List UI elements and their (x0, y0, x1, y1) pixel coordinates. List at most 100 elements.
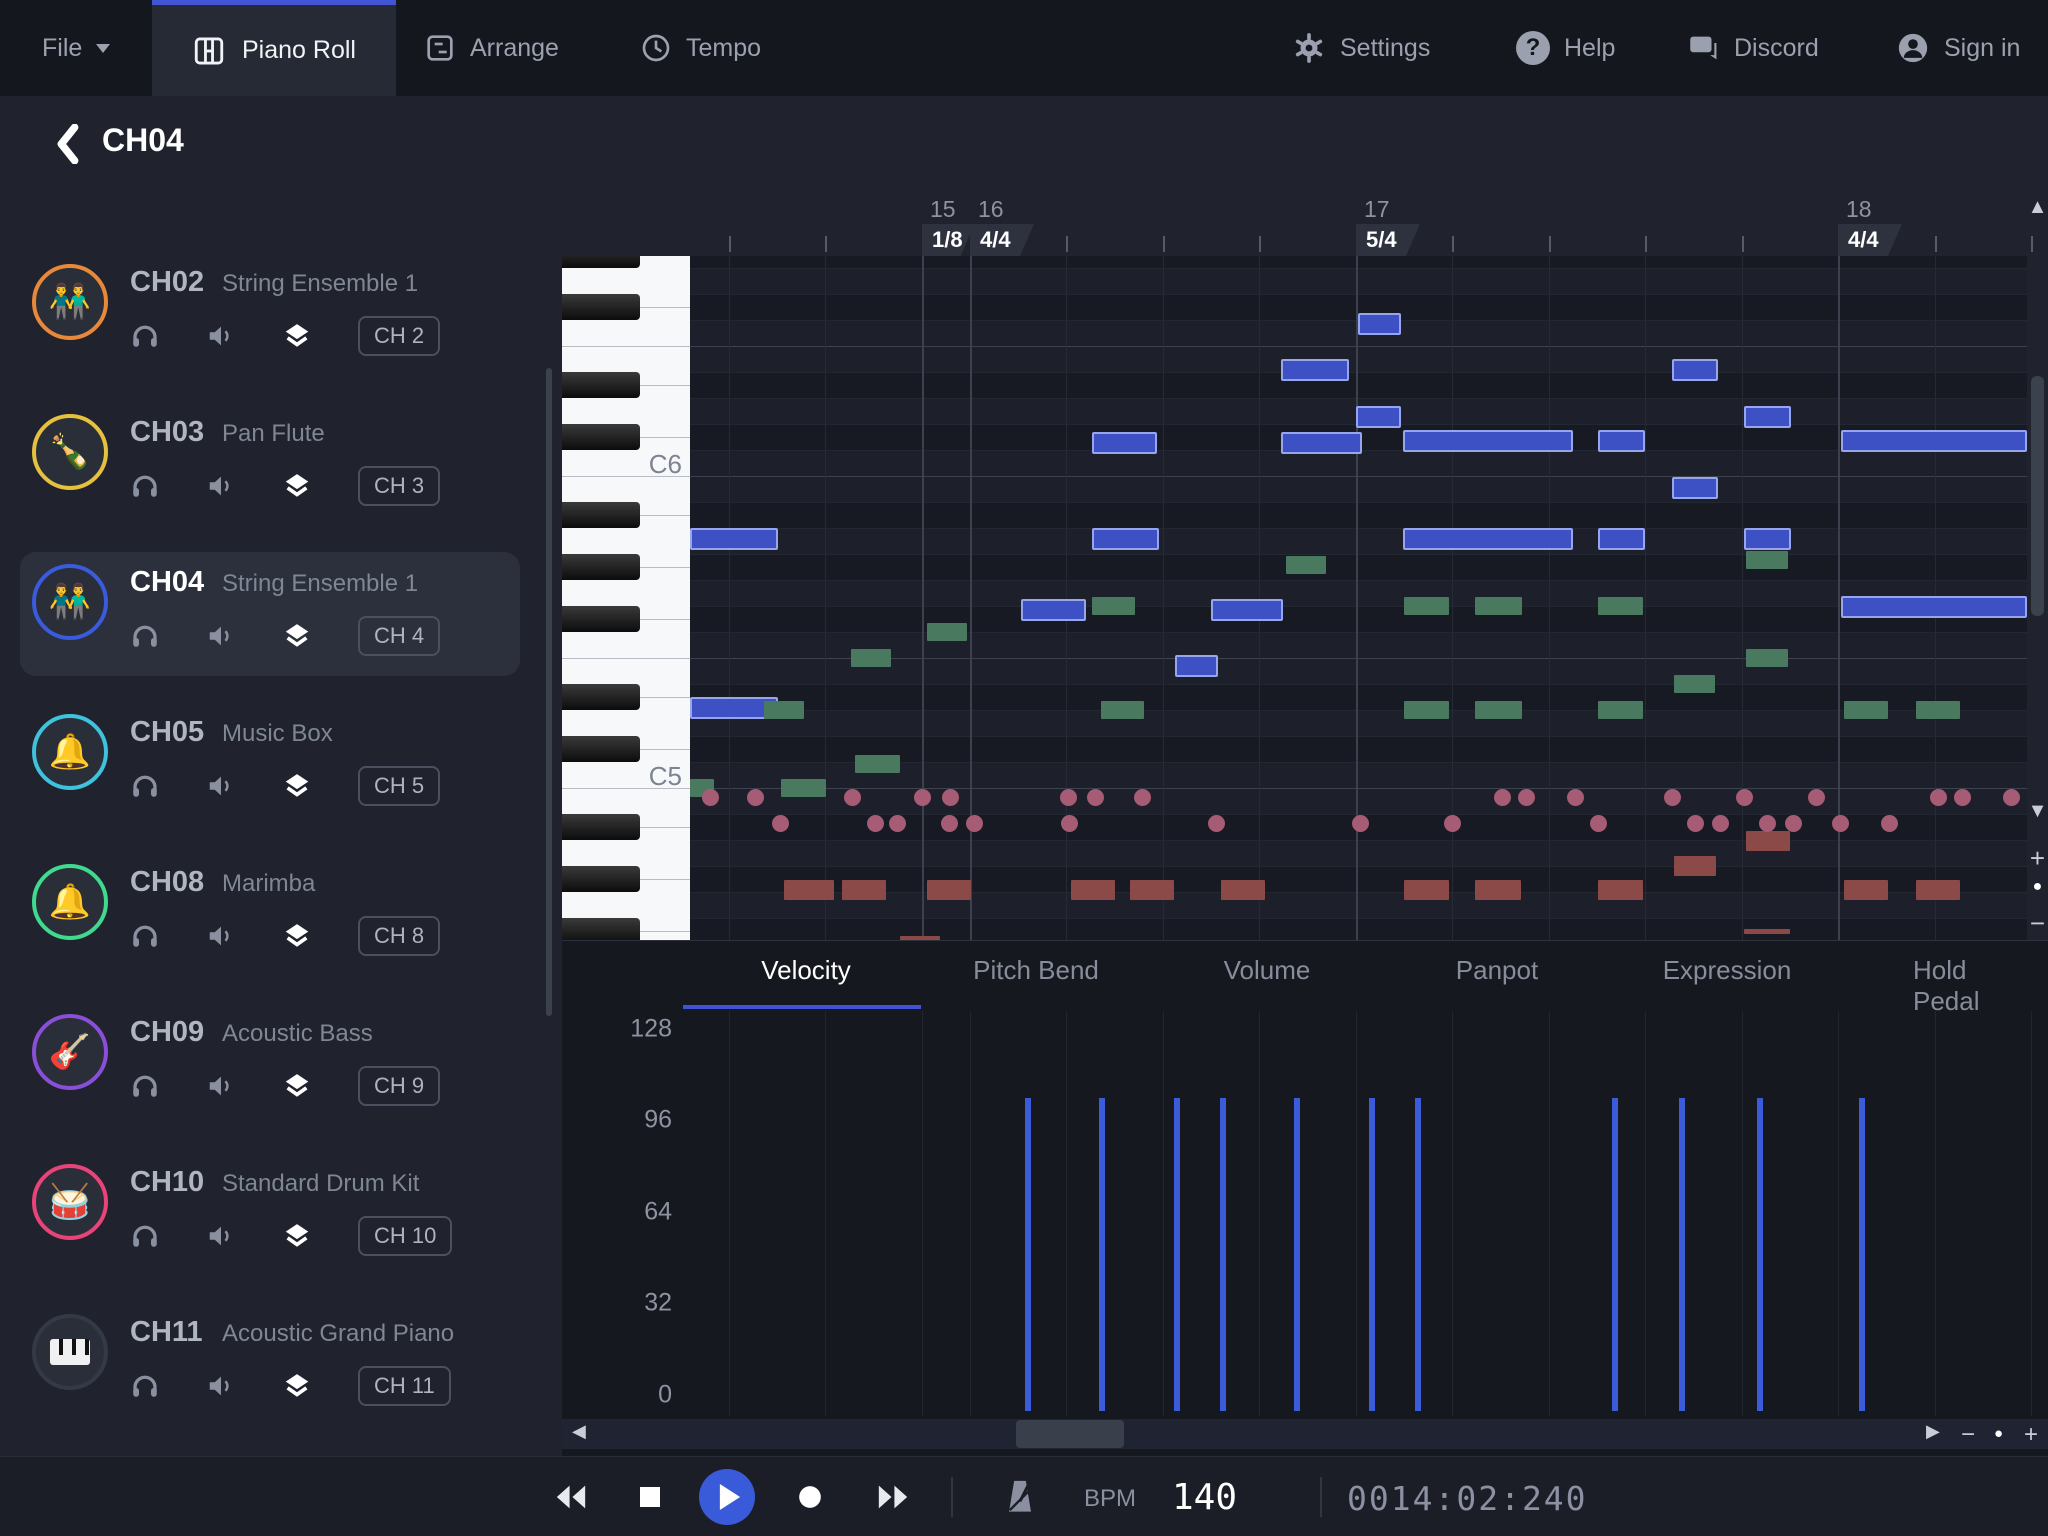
drum-note[interactable] (1930, 789, 1947, 806)
midi-note-selected-track[interactable] (1672, 477, 1718, 499)
black-key[interactable] (562, 554, 640, 580)
note-grid[interactable] (690, 256, 2027, 940)
midi-note-other-track[interactable] (1916, 701, 1960, 719)
midi-note-selected-track[interactable] (1598, 430, 1645, 452)
scroll-up-icon[interactable]: ▲ (2027, 196, 2048, 219)
drum-note[interactable] (1736, 789, 1753, 806)
drum-note[interactable] (1712, 815, 1729, 832)
drum-note[interactable] (1518, 789, 1535, 806)
speaker-icon[interactable] (206, 1371, 236, 1401)
horizontal-scroll-thumb[interactable] (1016, 1420, 1124, 1448)
drum-note[interactable] (747, 789, 764, 806)
layers-icon[interactable] (282, 921, 312, 951)
drum-note[interactable] (1954, 789, 1971, 806)
layers-icon[interactable] (282, 771, 312, 801)
scroll-left-icon[interactable]: ◀ (572, 1421, 586, 1442)
drum-note[interactable] (889, 815, 906, 832)
midi-note-other-track[interactable] (855, 755, 900, 773)
drum-note[interactable] (1060, 789, 1077, 806)
velocity-bar[interactable] (1415, 1098, 1421, 1411)
speaker-icon[interactable] (206, 321, 236, 351)
stop-button[interactable] (624, 1471, 676, 1523)
time-signature-tab[interactable]: 1/8 (922, 224, 975, 256)
headphone-icon[interactable] (130, 621, 160, 651)
midi-note-selected-track[interactable] (1211, 599, 1283, 621)
midi-note-selected-track[interactable] (1092, 528, 1159, 550)
time-signature-tab[interactable]: 4/4 (1838, 224, 1902, 256)
midi-note-selected-track[interactable] (1281, 432, 1362, 454)
drum-note[interactable] (1664, 789, 1681, 806)
drum-note[interactable] (1494, 789, 1511, 806)
headphone-icon[interactable] (130, 321, 160, 351)
drum-note[interactable] (1444, 815, 1461, 832)
vertical-scroll-thumb[interactable] (2031, 376, 2044, 616)
drum-note[interactable] (1759, 815, 1776, 832)
layers-icon[interactable] (282, 471, 312, 501)
headphone-icon[interactable] (130, 471, 160, 501)
zoom-in-vertical-icon[interactable]: + (2027, 843, 2048, 874)
drum-note[interactable] (1134, 789, 1151, 806)
midi-note-selected-track[interactable] (690, 528, 778, 550)
drum-note[interactable] (1881, 815, 1898, 832)
zoom-reset-vertical-icon[interactable]: ● (2027, 878, 2048, 896)
track-list-scrollbar[interactable] (546, 368, 552, 1016)
layers-icon[interactable] (282, 621, 312, 651)
midi-note-selected-track[interactable] (1672, 359, 1718, 381)
midi-note-other-track[interactable] (1475, 597, 1522, 615)
black-key[interactable] (562, 684, 640, 710)
timeline-ruler[interactable]: 151617181/84/45/44/4 (562, 192, 2048, 257)
midi-note-other-track[interactable] (1674, 675, 1715, 693)
controls-tab-pitch-bend[interactable]: Pitch Bend (973, 955, 1099, 986)
midi-note-selected-track[interactable] (1281, 359, 1349, 381)
time-signature-tab[interactable]: 5/4 (1356, 224, 1420, 256)
speaker-icon[interactable] (206, 1221, 236, 1251)
black-key[interactable] (562, 294, 640, 320)
zoom-in-horizontal-icon[interactable]: + (2024, 1421, 2038, 1449)
midi-note-other-track[interactable] (1598, 701, 1643, 719)
black-key[interactable] (562, 372, 640, 398)
drum-note[interactable] (1087, 789, 1104, 806)
speaker-icon[interactable] (206, 471, 236, 501)
velocity-bar[interactable] (1859, 1098, 1865, 1411)
midi-note-selected-track[interactable] (1598, 528, 1645, 550)
midi-note-other-track[interactable] (781, 779, 826, 797)
headphone-icon[interactable] (130, 1371, 160, 1401)
midi-note-other-track[interactable] (784, 880, 834, 900)
black-key[interactable] (562, 918, 640, 940)
controls-tab-velocity[interactable]: Velocity (761, 955, 851, 986)
tab-tempo[interactable]: Tempo (640, 0, 761, 96)
midi-note-selected-track[interactable] (1356, 406, 1401, 428)
controls-tab-hold-pedal[interactable]: Hold Pedal (1913, 955, 2003, 1017)
midi-note-other-track[interactable] (1746, 551, 1788, 569)
headphone-icon[interactable] (130, 771, 160, 801)
track-item-ch10[interactable]: 🥁CH10Standard Drum KitCH 10 (20, 1152, 520, 1276)
drum-note[interactable] (966, 815, 983, 832)
black-key[interactable] (562, 424, 640, 450)
midi-note-other-track[interactable] (1844, 880, 1888, 900)
piano-keyboard[interactable]: C6C5 (562, 256, 690, 940)
track-item-ch03[interactable]: 🍾CH03Pan FluteCH 3 (20, 402, 520, 526)
headphone-icon[interactable] (130, 921, 160, 951)
discord-button[interactable]: Discord (1686, 0, 1819, 96)
velocity-bar[interactable] (1025, 1098, 1031, 1411)
drum-note[interactable] (1808, 789, 1825, 806)
midi-note-other-track[interactable] (1598, 880, 1643, 900)
drum-note[interactable] (1061, 815, 1078, 832)
headphone-icon[interactable] (130, 1071, 160, 1101)
headphone-icon[interactable] (130, 1221, 160, 1251)
black-key[interactable] (562, 502, 640, 528)
midi-note-selected-track[interactable] (1092, 432, 1157, 454)
drum-note[interactable] (1590, 815, 1607, 832)
midi-note-other-track[interactable] (1475, 880, 1521, 900)
drum-note[interactable] (844, 789, 861, 806)
drum-note[interactable] (2003, 789, 2020, 806)
drum-note[interactable] (867, 815, 884, 832)
metronome-button[interactable] (994, 1471, 1046, 1523)
drum-note[interactable] (914, 789, 931, 806)
record-button[interactable] (784, 1471, 836, 1523)
midi-note-other-track[interactable] (1404, 880, 1449, 900)
midi-note-other-track[interactable] (1746, 831, 1790, 851)
controls-tab-expression[interactable]: Expression (1663, 955, 1792, 986)
speaker-icon[interactable] (206, 771, 236, 801)
midi-note-selected-track[interactable] (1358, 313, 1401, 335)
